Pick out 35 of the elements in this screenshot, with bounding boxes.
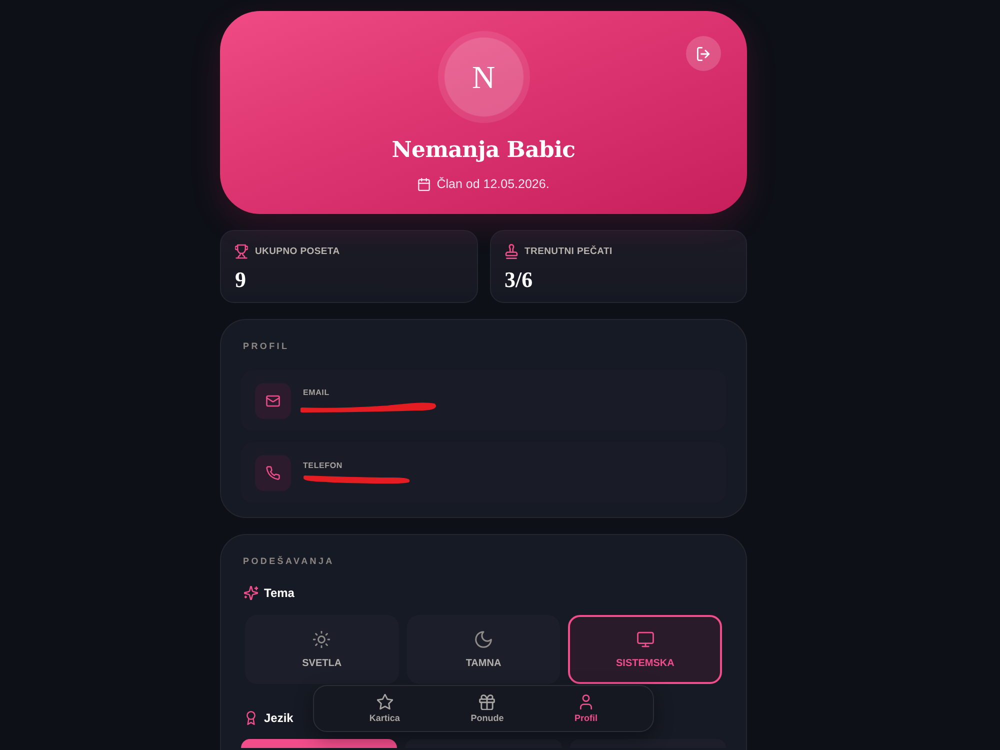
avatar-circle: N	[438, 31, 530, 123]
award-icon	[244, 711, 258, 725]
stat-label: TRENUTNI PEČATI	[524, 246, 612, 257]
contact-label: TELEFON	[303, 460, 342, 470]
mail-icon	[255, 382, 291, 418]
star-icon	[376, 694, 393, 710]
section-title: PODEŠAVANJA	[243, 556, 334, 566]
nav-tab[interactable]: Profil	[570, 692, 602, 725]
member-since-text: Član od 12.05.2026.	[436, 177, 550, 191]
gift-icon	[479, 694, 496, 710]
trophy-icon	[235, 244, 248, 259]
theme-option[interactable]: TAMNA	[406, 615, 560, 684]
setting-label: Tema	[264, 586, 294, 600]
moon-icon	[475, 630, 492, 648]
logout-icon	[696, 46, 710, 60]
monitor-icon	[636, 630, 654, 648]
stat-value: 3/6	[504, 267, 533, 293]
nav-tab[interactable]: Kartica	[365, 692, 404, 725]
stat-value: 9	[235, 267, 246, 293]
sun-icon	[313, 630, 330, 648]
logout-button[interactable]	[686, 36, 721, 71]
user-name: Nemanja Babic	[392, 137, 576, 163]
section-title: PROFIL	[243, 341, 290, 351]
theme-option[interactable]: SVETLA	[245, 615, 399, 684]
sparkles-icon	[244, 586, 258, 600]
calendar-icon	[418, 178, 430, 190]
stat-label: UKUPNO POSETA	[255, 246, 340, 257]
phone-icon	[255, 454, 291, 490]
theme-option[interactable]: SISTEMSKA	[568, 615, 722, 684]
stamp-icon	[504, 244, 518, 259]
contact-label: EMAIL	[303, 388, 330, 396]
user-icon	[578, 694, 594, 710]
language-option[interactable]	[241, 739, 398, 748]
nav-tab[interactable]: Ponude	[466, 692, 508, 725]
setting-label: Jezik	[264, 711, 294, 725]
